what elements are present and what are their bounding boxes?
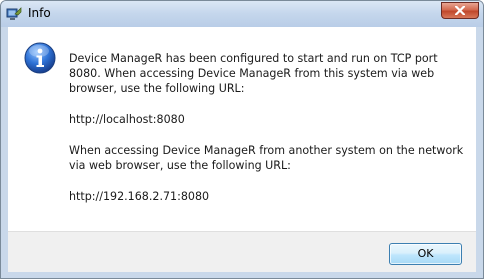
- message-line: browser, use the following URL:: [69, 82, 245, 95]
- message-line: Device ManageR has been configured to st…: [69, 52, 438, 65]
- close-icon: [455, 6, 465, 15]
- title-bar[interactable]: Info: [1, 1, 483, 27]
- info-dialog: Info Device ManageR has been configured …: [0, 0, 484, 279]
- button-bar: OK: [8, 231, 476, 272]
- close-button[interactable]: [441, 2, 479, 19]
- window-title: Info: [28, 6, 51, 20]
- message-line: 8080. When accessing Device ManageR from…: [69, 67, 435, 80]
- ok-button[interactable]: OK: [389, 243, 462, 265]
- message-line: When accessing Device ManageR from anoth…: [69, 144, 464, 157]
- local-url: http://localhost:8080: [69, 113, 185, 126]
- message-line: via web browser, use the following URL:: [69, 159, 291, 172]
- device-manager-icon: [6, 6, 22, 22]
- network-url: http://192.168.2.71:8080: [69, 190, 210, 203]
- message-area: Device ManageR has been configured to st…: [8, 27, 476, 231]
- message-text: Device ManageR has been configured to st…: [69, 51, 469, 204]
- info-icon: [24, 42, 56, 74]
